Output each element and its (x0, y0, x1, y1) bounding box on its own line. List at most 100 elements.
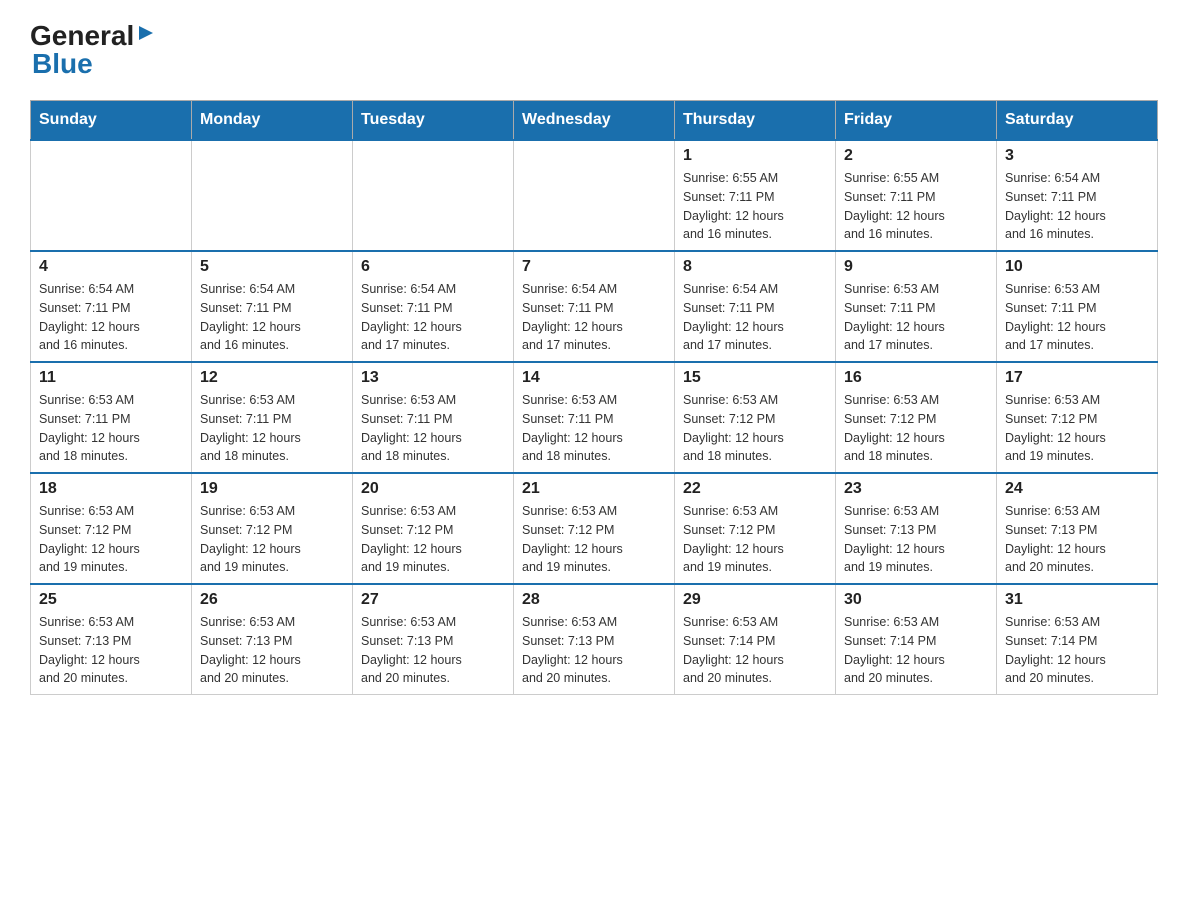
calendar-day-cell: 27 Sunrise: 6:53 AMSunset: 7:13 PMDayligh… (353, 584, 514, 695)
calendar-week-row: 18 Sunrise: 6:53 AMSunset: 7:12 PMDayligh… (31, 473, 1158, 584)
day-info: Sunrise: 6:53 AMSunset: 7:12 PMDaylight:… (683, 391, 827, 466)
calendar-week-row: 11 Sunrise: 6:53 AMSunset: 7:11 PMDayligh… (31, 362, 1158, 473)
day-info: Sunrise: 6:53 AMSunset: 7:11 PMDaylight:… (844, 280, 988, 355)
calendar-day-cell: 13Sunrise: 6:53 AMSunset: 7:11 PMDayligh… (353, 362, 514, 473)
day-number: 22 (683, 480, 827, 498)
day-info: Sunrise: 6:53 AMSunset: 7:11 PMDaylight:… (1005, 280, 1149, 355)
calendar-day-cell: 11 Sunrise: 6:53 AMSunset: 7:11 PMDayligh… (31, 362, 192, 473)
day-info: Sunrise: 6:53 AMSunset: 7:14 PMDaylight:… (844, 613, 988, 688)
day-info: Sunrise: 6:53 AMSunset: 7:12 PMDaylight:… (361, 502, 505, 577)
day-number: 4 (39, 258, 183, 276)
calendar-day-cell: 2 Sunrise: 6:55 AMSunset: 7:11 PMDaylight… (836, 140, 997, 251)
day-number: 7 (522, 258, 666, 276)
day-info: Sunrise: 6:53 AMSunset: 7:14 PMDaylight:… (683, 613, 827, 688)
calendar-header-friday: Friday (836, 101, 997, 141)
calendar-header-sunday: Sunday (31, 101, 192, 141)
day-number: 12 (200, 369, 344, 387)
calendar-day-cell: 28 Sunrise: 6:53 AMSunset: 7:13 PMDayligh… (514, 584, 675, 695)
day-info: Sunrise: 6:53 AMSunset: 7:12 PMDaylight:… (522, 502, 666, 577)
day-number: 8 (683, 258, 827, 276)
day-info: Sunrise: 6:54 AMSunset: 7:11 PMDaylight:… (522, 280, 666, 355)
day-number: 23 (844, 480, 988, 498)
calendar-day-cell (192, 140, 353, 251)
calendar-day-cell: 16 Sunrise: 6:53 AMSunset: 7:12 PMDayligh… (836, 362, 997, 473)
calendar-week-row: 25Sunrise: 6:53 AMSunset: 7:13 PMDayligh… (31, 584, 1158, 695)
calendar-header-thursday: Thursday (675, 101, 836, 141)
calendar-table: SundayMondayTuesdayWednesdayThursdayFrid… (30, 100, 1158, 695)
calendar-day-cell: 12Sunrise: 6:53 AMSunset: 7:11 PMDayligh… (192, 362, 353, 473)
day-info: Sunrise: 6:54 AMSunset: 7:11 PMDaylight:… (200, 280, 344, 355)
day-info: Sunrise: 6:55 AMSunset: 7:11 PMDaylight:… (683, 169, 827, 244)
day-info: Sunrise: 6:55 AMSunset: 7:11 PMDaylight:… (844, 169, 988, 244)
day-number: 9 (844, 258, 988, 276)
day-number: 17 (1005, 369, 1149, 387)
logo-blue-text: Blue (32, 48, 155, 80)
day-number: 19 (200, 480, 344, 498)
day-number: 16 (844, 369, 988, 387)
day-number: 11 (39, 369, 183, 387)
day-info: Sunrise: 6:53 AMSunset: 7:13 PMDaylight:… (200, 613, 344, 688)
calendar-header-tuesday: Tuesday (353, 101, 514, 141)
calendar-day-cell: 25Sunrise: 6:53 AMSunset: 7:13 PMDayligh… (31, 584, 192, 695)
day-info: Sunrise: 6:53 AMSunset: 7:13 PMDaylight:… (361, 613, 505, 688)
calendar-day-cell: 31Sunrise: 6:53 AMSunset: 7:14 PMDayligh… (997, 584, 1158, 695)
day-info: Sunrise: 6:53 AMSunset: 7:13 PMDaylight:… (522, 613, 666, 688)
calendar-day-cell: 29Sunrise: 6:53 AMSunset: 7:14 PMDayligh… (675, 584, 836, 695)
day-info: Sunrise: 6:53 AMSunset: 7:11 PMDaylight:… (39, 391, 183, 466)
day-info: Sunrise: 6:53 AMSunset: 7:14 PMDaylight:… (1005, 613, 1149, 688)
day-number: 18 (39, 480, 183, 498)
day-info: Sunrise: 6:53 AMSunset: 7:13 PMDaylight:… (844, 502, 988, 577)
day-info: Sunrise: 6:53 AMSunset: 7:12 PMDaylight:… (39, 502, 183, 577)
day-info: Sunrise: 6:53 AMSunset: 7:12 PMDaylight:… (200, 502, 344, 577)
calendar-day-cell: 30 Sunrise: 6:53 AMSunset: 7:14 PMDayligh… (836, 584, 997, 695)
day-info: Sunrise: 6:53 AMSunset: 7:11 PMDaylight:… (522, 391, 666, 466)
calendar-day-cell: 6 Sunrise: 6:54 AMSunset: 7:11 PMDaylight… (353, 251, 514, 362)
calendar-day-cell: 20 Sunrise: 6:53 AMSunset: 7:12 PMDayligh… (353, 473, 514, 584)
day-number: 28 (522, 591, 666, 609)
day-info: Sunrise: 6:53 AMSunset: 7:12 PMDaylight:… (683, 502, 827, 577)
day-number: 6 (361, 258, 505, 276)
calendar-day-cell: 22 Sunrise: 6:53 AMSunset: 7:12 PMDayligh… (675, 473, 836, 584)
day-number: 27 (361, 591, 505, 609)
day-info: Sunrise: 6:54 AMSunset: 7:11 PMDaylight:… (361, 280, 505, 355)
calendar-day-cell: 17 Sunrise: 6:53 AMSunset: 7:12 PMDayligh… (997, 362, 1158, 473)
calendar-day-cell: 3 Sunrise: 6:54 AMSunset: 7:11 PMDaylight… (997, 140, 1158, 251)
day-number: 5 (200, 258, 344, 276)
calendar-day-cell: 19 Sunrise: 6:53 AMSunset: 7:12 PMDayligh… (192, 473, 353, 584)
day-info: Sunrise: 6:54 AMSunset: 7:11 PMDaylight:… (1005, 169, 1149, 244)
calendar-day-cell: 1 Sunrise: 6:55 AMSunset: 7:11 PMDaylight… (675, 140, 836, 251)
day-number: 13 (361, 369, 505, 387)
day-number: 10 (1005, 258, 1149, 276)
calendar-day-cell: 7 Sunrise: 6:54 AMSunset: 7:11 PMDaylight… (514, 251, 675, 362)
calendar-day-cell (353, 140, 514, 251)
calendar-day-cell: 8Sunrise: 6:54 AMSunset: 7:11 PMDaylight… (675, 251, 836, 362)
calendar-day-cell: 23 Sunrise: 6:53 AMSunset: 7:13 PMDayligh… (836, 473, 997, 584)
day-number: 26 (200, 591, 344, 609)
day-number: 15 (683, 369, 827, 387)
calendar-week-row: 4 Sunrise: 6:54 AMSunset: 7:11 PMDaylight… (31, 251, 1158, 362)
day-info: Sunrise: 6:53 AMSunset: 7:12 PMDaylight:… (844, 391, 988, 466)
day-number: 2 (844, 147, 988, 165)
day-number: 14 (522, 369, 666, 387)
calendar-week-row: 1 Sunrise: 6:55 AMSunset: 7:11 PMDaylight… (31, 140, 1158, 251)
calendar-header-monday: Monday (192, 101, 353, 141)
calendar-day-cell: 15 Sunrise: 6:53 AMSunset: 7:12 PMDayligh… (675, 362, 836, 473)
day-number: 1 (683, 147, 827, 165)
calendar-header-wednesday: Wednesday (514, 101, 675, 141)
calendar-day-cell: 24Sunrise: 6:53 AMSunset: 7:13 PMDayligh… (997, 473, 1158, 584)
day-number: 20 (361, 480, 505, 498)
calendar-day-cell: 26 Sunrise: 6:53 AMSunset: 7:13 PMDayligh… (192, 584, 353, 695)
day-info: Sunrise: 6:54 AMSunset: 7:11 PMDaylight:… (39, 280, 183, 355)
day-number: 24 (1005, 480, 1149, 498)
calendar-day-cell (514, 140, 675, 251)
logo: General Blue (30, 20, 155, 80)
day-number: 30 (844, 591, 988, 609)
day-number: 3 (1005, 147, 1149, 165)
day-info: Sunrise: 6:53 AMSunset: 7:13 PMDaylight:… (39, 613, 183, 688)
calendar-day-cell: 9 Sunrise: 6:53 AMSunset: 7:11 PMDaylight… (836, 251, 997, 362)
day-info: Sunrise: 6:53 AMSunset: 7:12 PMDaylight:… (1005, 391, 1149, 466)
calendar-header-row: SundayMondayTuesdayWednesdayThursdayFrid… (31, 101, 1158, 141)
calendar-day-cell: 10 Sunrise: 6:53 AMSunset: 7:11 PMDayligh… (997, 251, 1158, 362)
calendar-day-cell (31, 140, 192, 251)
calendar-day-cell: 18 Sunrise: 6:53 AMSunset: 7:12 PMDayligh… (31, 473, 192, 584)
